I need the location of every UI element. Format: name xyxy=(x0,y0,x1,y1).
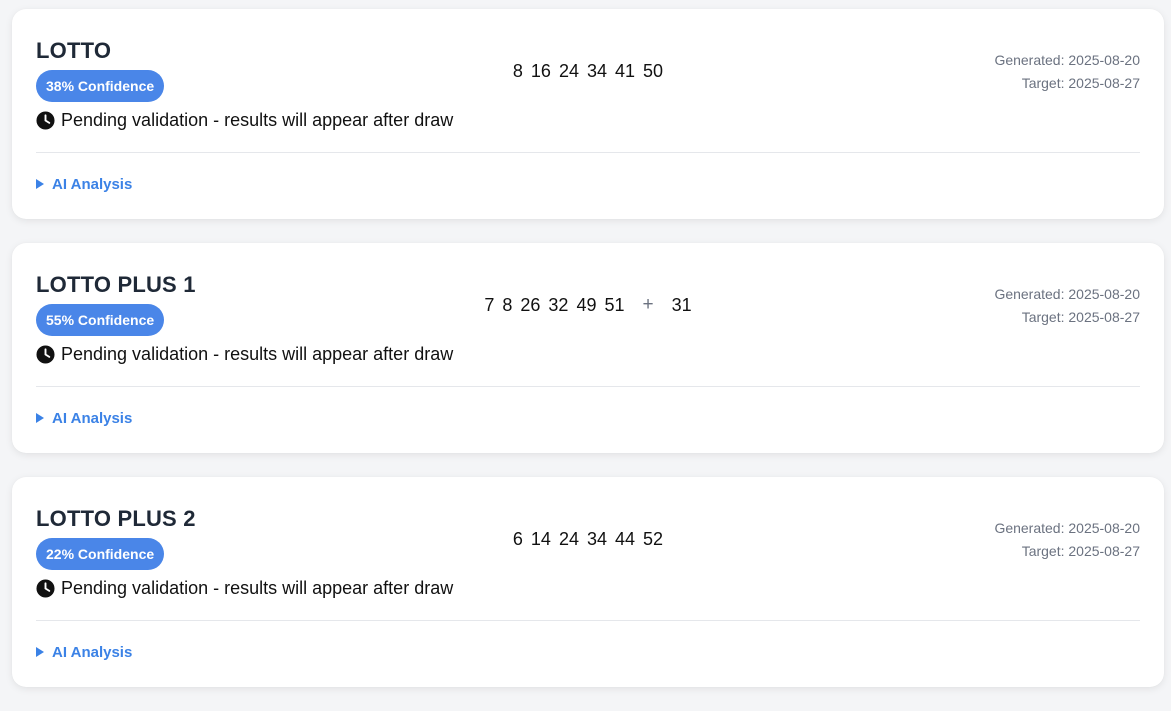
confidence-badge: 55% Confidence xyxy=(36,304,165,336)
triangle-right-icon xyxy=(36,413,44,423)
number-2: 16 xyxy=(530,60,551,81)
target-date: Target: 2025-08-27 xyxy=(1021,75,1140,91)
divider xyxy=(36,620,1140,621)
number-2: 8 xyxy=(502,294,513,315)
clock-icon xyxy=(36,344,55,364)
ai-analysis-toggle[interactable]: AI Analysis xyxy=(36,174,132,194)
number-3: 26 xyxy=(520,294,541,315)
number-1: 8 xyxy=(512,60,523,81)
ai-analysis-label: AI Analysis xyxy=(52,643,133,661)
ai-analysis-toggle[interactable]: AI Analysis xyxy=(36,642,132,662)
number-1: 7 xyxy=(484,294,495,315)
prediction-card-lotto: LOTTO 38% Confidence Pending validation … xyxy=(12,9,1164,219)
card-title: LOTTO xyxy=(36,38,112,63)
number-6: 50 xyxy=(643,60,664,81)
card-title: LOTTO PLUS 1 xyxy=(36,272,196,297)
number-3: 24 xyxy=(558,60,579,81)
number-4: 32 xyxy=(548,294,569,315)
generated-date: Generated: 2025-08-20 xyxy=(994,52,1140,68)
target-date: Target: 2025-08-27 xyxy=(1021,309,1140,325)
confidence-badge: 38% Confidence xyxy=(36,70,165,102)
predicted-numbers: 8 16 24 34 41 50 xyxy=(12,59,1164,83)
validation-status: Pending validation - results will appear… xyxy=(36,577,453,599)
prediction-card-lotto-plus-1: LOTTO PLUS 1 55% Confidence Pending vali… xyxy=(12,243,1164,453)
status-text: Pending validation - results will appear… xyxy=(61,109,454,130)
generated-date: Generated: 2025-08-20 xyxy=(994,520,1140,536)
status-text: Pending validation - results will appear… xyxy=(61,577,454,598)
number-1: 6 xyxy=(512,528,523,549)
clock-icon xyxy=(36,578,55,598)
divider xyxy=(36,386,1140,387)
prediction-card-lotto-plus-2: LOTTO PLUS 2 22% Confidence Pending vali… xyxy=(12,477,1164,687)
prediction-list: LOTTO 38% Confidence Pending validation … xyxy=(12,9,1164,711)
status-text: Pending validation - results will appear… xyxy=(61,343,454,364)
clock-icon xyxy=(36,110,55,130)
validation-status: Pending validation - results will appear… xyxy=(36,343,453,365)
bonus-separator: + xyxy=(642,294,654,315)
divider xyxy=(36,152,1140,153)
triangle-right-icon xyxy=(36,179,44,189)
confidence-badge: 22% Confidence xyxy=(36,538,165,570)
number-4: 34 xyxy=(586,528,608,549)
number-4: 34 xyxy=(586,60,608,81)
number-5: 49 xyxy=(576,294,597,315)
number-5: 44 xyxy=(615,528,636,549)
ai-analysis-toggle[interactable]: AI Analysis xyxy=(36,408,132,428)
draw-dates: Generated: 2025-08-20 Target: 2025-08-27 xyxy=(994,517,1140,563)
draw-dates: Generated: 2025-08-20 Target: 2025-08-27 xyxy=(994,49,1140,95)
generated-date: Generated: 2025-08-20 xyxy=(994,286,1140,302)
target-date: Target: 2025-08-27 xyxy=(1021,543,1140,559)
number-6: 51 xyxy=(604,294,625,315)
number-6: 52 xyxy=(643,528,664,549)
number-5: 41 xyxy=(615,60,636,81)
number-2: 14 xyxy=(530,528,551,549)
number-3: 24 xyxy=(558,528,579,549)
triangle-right-icon xyxy=(36,647,44,657)
ai-analysis-label: AI Analysis xyxy=(52,409,133,427)
validation-status: Pending validation - results will appear… xyxy=(36,109,453,131)
ai-analysis-label: AI Analysis xyxy=(52,175,133,193)
draw-dates: Generated: 2025-08-20 Target: 2025-08-27 xyxy=(994,283,1140,329)
bonus-number: 31 xyxy=(671,294,692,315)
card-title: LOTTO PLUS 2 xyxy=(36,506,196,531)
